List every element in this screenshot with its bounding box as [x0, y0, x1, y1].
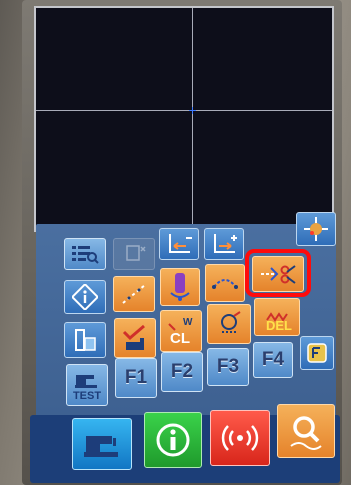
search-mode-button[interactable] [277, 404, 335, 458]
information-icon [156, 423, 190, 457]
test-sewing-button[interactable]: TEST [66, 364, 108, 406]
info-button[interactable] [64, 280, 106, 314]
menu-scroll-icon [126, 245, 146, 261]
position-cursor [189, 107, 196, 114]
test-label: TEST [72, 389, 102, 402]
presser-icon [221, 311, 241, 333]
origin-point-button[interactable] [296, 212, 336, 246]
function-key-icon [307, 343, 327, 363]
f2-key[interactable]: F2 [161, 352, 203, 392]
pattern-list-icon [72, 246, 99, 264]
stitch-check-button[interactable] [114, 318, 156, 358]
point-delete-icon [169, 234, 192, 253]
point-add-icon [214, 234, 237, 253]
communication-icon [221, 425, 259, 451]
shape-icon [75, 329, 96, 351]
wiper-clamp-button[interactable]: W CL [160, 310, 202, 352]
origin-point-icon [304, 217, 328, 241]
crosshair-vertical [192, 8, 193, 230]
sewing-machine-icon [84, 436, 118, 457]
feed-icon [212, 279, 238, 289]
menu-scroll-button[interactable] [113, 238, 155, 270]
info-icon [72, 284, 98, 310]
test-sewing-icon [75, 374, 97, 388]
point-delete-button[interactable] [159, 228, 199, 260]
shape-button[interactable] [64, 322, 106, 358]
w-label: W [183, 317, 193, 328]
thread-clamp-icon [170, 273, 190, 301]
pattern-list-button[interactable] [64, 238, 106, 270]
feed-button[interactable] [205, 264, 245, 302]
del-label: DEL [266, 318, 292, 333]
sewing-mode-button[interactable] [72, 418, 132, 470]
function-key-setting-button[interactable] [300, 336, 334, 370]
pattern-canvas[interactable] [34, 6, 334, 232]
f3-key[interactable]: F3 [207, 348, 249, 386]
search-icon [290, 416, 322, 450]
f4-key[interactable]: F4 [253, 342, 293, 378]
stitch-button[interactable] [113, 276, 155, 312]
stitch-check-icon [122, 324, 145, 350]
f1-key[interactable]: F1 [115, 358, 157, 398]
delete-button[interactable]: DEL [254, 298, 300, 336]
information-mode-button[interactable] [144, 412, 202, 468]
cl-label: CL [170, 330, 190, 347]
highlight-box [245, 249, 311, 297]
presser-button[interactable] [207, 304, 251, 344]
communication-mode-button[interactable] [210, 410, 270, 466]
crosshair-horizontal [36, 110, 332, 111]
point-add-button[interactable] [204, 228, 244, 260]
stitch-icon [122, 284, 146, 304]
thread-clamp-button[interactable] [160, 268, 200, 306]
